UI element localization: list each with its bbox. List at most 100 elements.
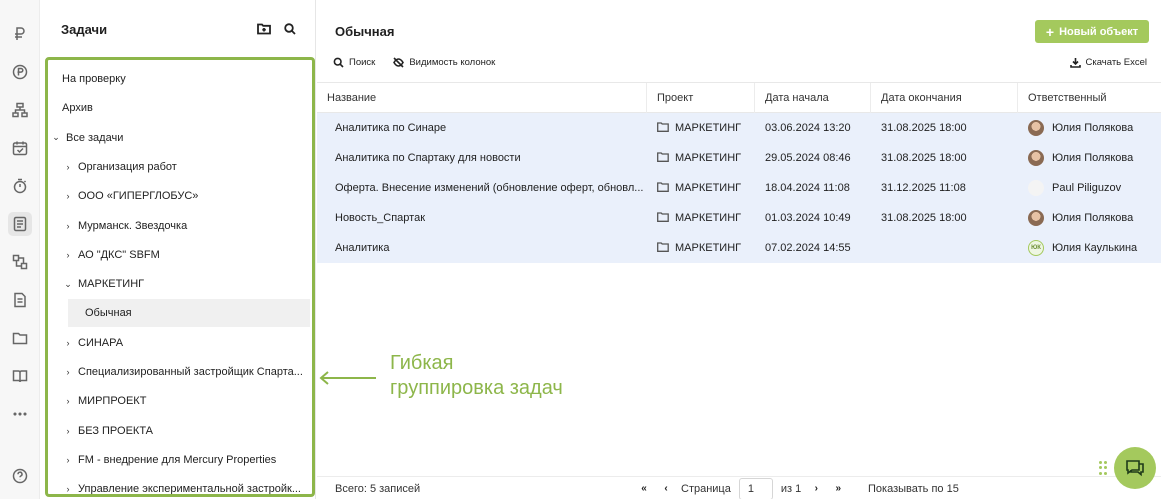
- project-name: МАРКЕТИНГ: [675, 152, 742, 164]
- tree-item[interactable]: › ООО «ГИПЕРГЛОБУС»: [48, 182, 312, 210]
- prev-page-icon[interactable]: ‹: [659, 483, 673, 494]
- owner-cell: Юлия Полякова: [1028, 203, 1161, 233]
- more-icon[interactable]: [8, 402, 32, 426]
- add-folder-icon[interactable]: [257, 22, 271, 36]
- folder-icon: [657, 241, 675, 255]
- search-icon[interactable]: [283, 22, 297, 36]
- column-visibility-button[interactable]: Видимость колонок: [393, 57, 495, 68]
- column-header-project[interactable]: Проект: [647, 83, 755, 113]
- chevron-down-icon[interactable]: ⌄: [62, 279, 74, 290]
- tasks-icon[interactable]: [8, 212, 32, 236]
- stopwatch-icon[interactable]: [8, 174, 32, 198]
- new-object-button[interactable]: + Новый объект: [1035, 20, 1149, 43]
- calendar-check-icon[interactable]: [8, 136, 32, 160]
- task-name[interactable]: Аналитика: [335, 233, 647, 263]
- tree-item-label: Организация работ: [78, 160, 177, 173]
- chevron-right-icon[interactable]: ›: [62, 396, 74, 406]
- tree-item-label: СИНАРА: [78, 336, 124, 349]
- folder-icon[interactable]: [8, 326, 32, 350]
- next-page-icon[interactable]: ›: [809, 483, 823, 494]
- tree-item[interactable]: › Специализированный застройщик Спарта...: [48, 358, 312, 386]
- chevron-right-icon[interactable]: ›: [62, 250, 74, 260]
- task-name[interactable]: Аналитика по Синаре: [335, 113, 647, 143]
- document-icon[interactable]: [8, 288, 32, 312]
- project-name: МАРКЕТИНГ: [675, 212, 742, 224]
- chat-button[interactable]: [1114, 447, 1156, 489]
- column-header-end[interactable]: Дата окончания: [871, 83, 1018, 113]
- tree-item[interactable]: › Управление экспериментальной застройк..…: [48, 475, 312, 494]
- avatar: [1028, 120, 1044, 136]
- column-header-owner[interactable]: Ответственный: [1018, 83, 1161, 113]
- chevron-right-icon[interactable]: ›: [62, 191, 74, 201]
- chevron-right-icon[interactable]: ›: [62, 338, 74, 348]
- tree-item[interactable]: ⌄ Все задачи: [48, 124, 312, 152]
- chevron-right-icon[interactable]: ›: [62, 162, 74, 172]
- page-size-label[interactable]: Показывать по 15: [868, 483, 959, 495]
- table-row[interactable]: Аналитика по Синаре МАРКЕТИНГ 03.06.2024 1…: [317, 113, 1161, 143]
- tree-item-label: Обычная: [85, 307, 132, 320]
- tree-item-label: ООО «ГИПЕРГЛОБУС»: [78, 190, 199, 203]
- tree-item[interactable]: › БЕЗ ПРОЕКТА: [48, 417, 312, 445]
- org-structure-icon[interactable]: [8, 98, 32, 122]
- tree-item[interactable]: › СИНАРА: [48, 329, 312, 357]
- book-icon[interactable]: [8, 364, 32, 388]
- tree-item[interactable]: › Мурманск. Звездочка: [48, 212, 312, 240]
- ruble-icon[interactable]: [8, 22, 32, 46]
- search-button[interactable]: Поиск: [333, 57, 375, 68]
- drag-handle-icon[interactable]: [1099, 461, 1107, 475]
- chevron-right-icon[interactable]: ›: [62, 484, 74, 494]
- page-input[interactable]: 1: [738, 477, 773, 499]
- chevron-right-icon[interactable]: ›: [62, 426, 74, 436]
- tree-item[interactable]: Архив: [48, 94, 312, 122]
- download-icon: [1069, 58, 1081, 68]
- table-row[interactable]: Аналитика МАРКЕТИНГ 07.02.2024 14:55 ЮК Юлия…: [317, 233, 1161, 263]
- column-header-start[interactable]: Дата начала: [755, 83, 871, 113]
- column-header-name[interactable]: Название: [317, 83, 647, 113]
- tree-item[interactable]: › FM - внедрение для Mercury Properties: [48, 446, 312, 474]
- pagination: « ‹ Страница 1 из 1 › »: [637, 477, 845, 499]
- tree-item-label: АО "ДКС" SBFM: [78, 248, 160, 261]
- tree-item[interactable]: На проверку: [48, 65, 312, 93]
- eye-off-icon: [393, 57, 405, 68]
- download-excel-button[interactable]: Скачать Excel: [1069, 57, 1147, 68]
- folder-icon: [657, 151, 675, 165]
- folder-icon: [657, 181, 675, 195]
- tree-item[interactable]: Обычная: [68, 299, 310, 328]
- table-row[interactable]: Аналитика по Спартаку для новости МАРКЕТИ…: [317, 143, 1161, 173]
- start-date: 07.02.2024 14:55: [765, 242, 851, 254]
- task-name[interactable]: Аналитика по Спартаку для новости: [335, 143, 647, 173]
- process-icon[interactable]: [8, 250, 32, 274]
- tree-item[interactable]: ⌄ МАРКЕТИНГ: [48, 270, 312, 298]
- owner-name: Юлия Полякова: [1052, 122, 1134, 134]
- first-page-icon[interactable]: «: [637, 483, 651, 494]
- task-name[interactable]: Оферта. Внесение изменений (обновление о…: [335, 173, 647, 203]
- page-of-label: из 1: [780, 482, 802, 495]
- tree-item-label: Мурманск. Звездочка: [78, 219, 188, 232]
- end-date: 31.08.2025 18:00: [881, 212, 967, 224]
- tree-item-label: Архив: [62, 102, 93, 115]
- avatar: [1028, 150, 1044, 166]
- owner-name: Юлия Полякова: [1052, 152, 1134, 164]
- chat-icon: [1126, 460, 1144, 477]
- coin-icon[interactable]: [8, 60, 32, 84]
- tree-item[interactable]: › Организация работ: [48, 153, 312, 181]
- owner-cell: Юлия Полякова: [1028, 143, 1161, 173]
- tasks-table: Название Проект Дата начала Дата окончан…: [317, 82, 1161, 263]
- table-header: Название Проект Дата начала Дата окончан…: [317, 82, 1161, 113]
- project-cell: МАРКЕТИНГ: [657, 113, 755, 143]
- owner-cell: Юлия Полякова: [1028, 113, 1161, 143]
- chevron-down-icon[interactable]: ⌄: [50, 132, 62, 143]
- last-page-icon[interactable]: »: [831, 483, 845, 494]
- chevron-right-icon[interactable]: ›: [62, 367, 74, 377]
- tree-title: Задачи: [61, 22, 108, 37]
- table-row[interactable]: Оферта. Внесение изменений (обновление о…: [317, 173, 1161, 203]
- tree-item[interactable]: › МИРПРОЕКТ: [48, 387, 312, 415]
- project-cell: МАРКЕТИНГ: [657, 203, 755, 233]
- chevron-right-icon[interactable]: ›: [62, 455, 74, 465]
- help-icon[interactable]: [8, 464, 32, 488]
- task-name[interactable]: Новость_Спартак: [335, 203, 647, 233]
- end-date: 31.08.2025 18:00: [881, 122, 967, 134]
- table-row[interactable]: Новость_Спартак МАРКЕТИНГ 01.03.2024 10:49…: [317, 203, 1161, 233]
- chevron-right-icon[interactable]: ›: [62, 221, 74, 231]
- tree-item[interactable]: › АО "ДКС" SBFM: [48, 241, 312, 269]
